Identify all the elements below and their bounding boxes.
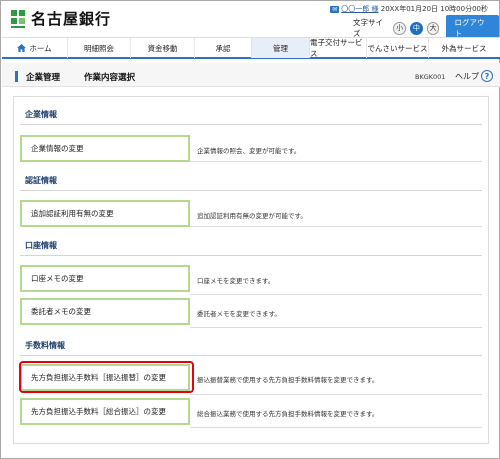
font-size-small-button[interactable]: 小 — [393, 21, 407, 35]
change-company-info-description: 企業情報の照会、変更が可能です。 — [197, 147, 301, 155]
title-accent-bar — [15, 71, 18, 82]
row-divider — [190, 161, 482, 162]
nav-item-label: 外為サービス — [441, 43, 487, 53]
nav-item-label: 電子交付サービス — [310, 38, 363, 58]
row-divider — [190, 327, 482, 328]
mail-icon[interactable]: ✉ — [330, 6, 340, 13]
app-window: 名古屋銀行 ✉ 〇〇一郎 様 20XX年01月20日 10時00分00秒 文字サイ… — [0, 0, 500, 459]
nav-item-approval[interactable]: 承認 — [195, 38, 252, 58]
row-divider — [190, 226, 482, 227]
change-additional-auth-description: 追加認証利用有無の変更が可能です。 — [197, 212, 307, 220]
last-login-time: 20XX年01月20日 10時00分00秒 — [380, 5, 488, 13]
nav-item-forex[interactable]: 外為サービス — [429, 38, 499, 58]
section-heading-authentication: 認証情報 — [25, 176, 57, 185]
nav-item-transfer[interactable]: 資金移動 — [131, 38, 195, 58]
home-icon — [17, 44, 27, 52]
bank-logo-icon — [11, 10, 25, 28]
change-consignor-memo-button[interactable]: 委託者メモの変更 — [20, 298, 190, 325]
screen-id: BKGK001 — [415, 73, 446, 81]
section-divider — [20, 190, 482, 191]
help-label: ヘルプ — [455, 71, 479, 81]
nav-item-densai[interactable]: でんさいサービス — [367, 38, 429, 58]
help-link[interactable]: ヘルプ ? — [455, 70, 493, 82]
nav-item-statements[interactable]: 明細照会 — [68, 38, 131, 58]
task-menu-panel: 企業情報 企業情報の変更 企業情報の照会、変更が可能です。 認証情報 追加認証利… — [13, 96, 489, 444]
section-heading-fee: 手数料情報 — [25, 341, 65, 350]
row-divider — [190, 394, 482, 395]
section-divider — [20, 355, 482, 356]
global-nav: ホーム 明細照会 資金移動 承認 管理 電子交付サービス でんさいサービス 外為… — [2, 37, 500, 59]
nav-item-management[interactable]: 管理 — [252, 38, 310, 58]
font-size-large-button[interactable]: 大 — [426, 21, 440, 35]
section-heading-account: 口座情報 — [25, 241, 57, 250]
row-divider — [190, 427, 482, 428]
page-title: 企業管理 — [26, 73, 61, 83]
section-divider — [20, 255, 482, 256]
nav-item-label: 管理 — [273, 43, 288, 53]
change-transfer-fee-description: 振込振替業務で使用する先方負担手数料情報を変更できます。 — [197, 376, 379, 384]
page-subtitle: 作業内容選択 — [84, 73, 136, 83]
change-consignor-memo-description: 委託者メモを変更できます。 — [197, 310, 281, 318]
nav-item-label: 明細照会 — [84, 43, 114, 53]
user-name-link[interactable]: 〇〇一郎 様 — [341, 5, 378, 13]
change-company-info-button[interactable]: 企業情報の変更 — [20, 135, 190, 162]
section-divider — [20, 124, 482, 125]
nav-item-home[interactable]: ホーム — [2, 38, 68, 58]
user-info: ✉ 〇〇一郎 様 20XX年01月20日 10時00分00秒 — [330, 4, 488, 14]
change-bulk-transfer-fee-button[interactable]: 先方負担振込手数料［総合振込］の変更 — [20, 398, 190, 425]
change-bulk-transfer-fee-description: 総合振込業務で使用する先方負担手数料情報を変更できます。 — [197, 410, 379, 418]
nav-item-label: ホーム — [29, 43, 52, 53]
change-additional-auth-button[interactable]: 追加認証利用有無の変更 — [20, 200, 190, 227]
row-divider — [190, 294, 482, 295]
change-account-memo-description: 口座メモを変更できます。 — [197, 277, 275, 285]
nav-item-e-delivery[interactable]: 電子交付サービス — [310, 38, 367, 58]
font-size-label: 文字サイズ — [353, 18, 383, 38]
section-heading-company: 企業情報 — [25, 110, 57, 119]
bank-name[interactable]: 名古屋銀行 — [31, 8, 111, 29]
page-title-bar: 企業管理 作業内容選択 BKGK001 ヘルプ ? — [2, 63, 500, 87]
nav-item-label: でんさいサービス — [367, 43, 428, 53]
help-icon[interactable]: ? — [481, 70, 493, 82]
highlight-box — [19, 361, 194, 393]
nav-item-label: 承認 — [215, 43, 231, 53]
font-size-medium-button[interactable]: 中 — [410, 21, 423, 35]
nav-item-label: 資金移動 — [147, 43, 178, 53]
change-account-memo-button[interactable]: 口座メモの変更 — [20, 265, 190, 292]
